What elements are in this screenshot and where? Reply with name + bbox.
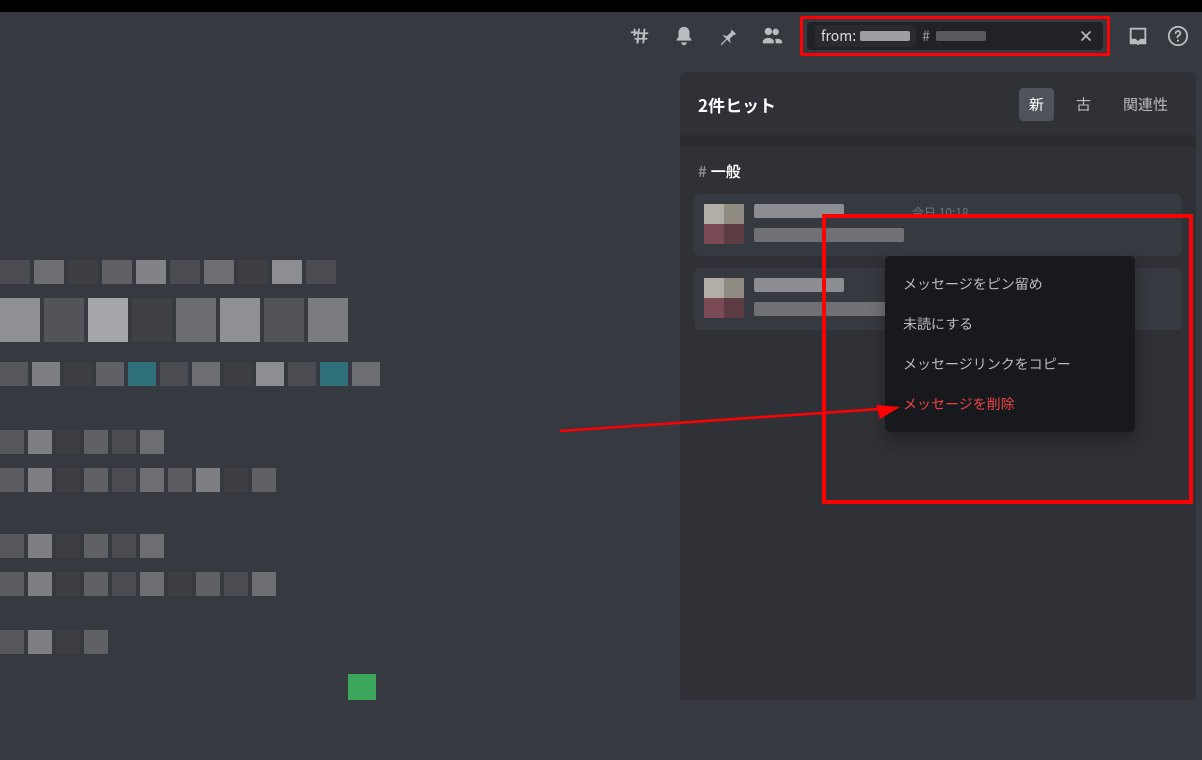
redacted-author [754, 204, 844, 218]
ctx-mark-unread-button[interactable]: 未読にする [893, 304, 1127, 344]
message-timestamp: 今日 10:18 [912, 204, 969, 221]
chat-area [0, 60, 680, 700]
members-icon[interactable] [760, 24, 784, 48]
toolbar-icons-left [628, 24, 784, 48]
sort-new-button[interactable]: 新 [1019, 88, 1054, 121]
channel-name: 一般 [711, 161, 741, 182]
avatar [704, 278, 744, 318]
divider [680, 135, 1196, 147]
bell-icon[interactable] [672, 24, 696, 48]
search-highlight-box: from: # [800, 16, 1110, 56]
context-menu: メッセージをピン留め 未読にする メッセージリンクをコピー メッセージを削除 [885, 256, 1135, 432]
new-indicator [348, 674, 376, 700]
results-count: 2件ヒット [698, 92, 1007, 117]
close-icon[interactable] [1077, 27, 1095, 45]
inbox-icon[interactable] [1126, 24, 1150, 48]
pin-icon[interactable] [716, 24, 740, 48]
search-input[interactable]: from: # [807, 22, 1103, 50]
threads-icon[interactable] [628, 24, 652, 48]
channel-heading[interactable]: #一般 [680, 147, 1196, 190]
search-result-item[interactable]: 今日 10:18 [694, 194, 1182, 256]
results-header: 2件ヒット 新 古 関連性 [680, 72, 1196, 135]
redacted-username [860, 31, 910, 41]
search-hash: # [922, 26, 930, 46]
ctx-delete-button[interactable]: メッセージを削除 [893, 384, 1127, 424]
avatar [704, 204, 744, 244]
search-filter-chip[interactable]: from: [815, 25, 916, 47]
sort-old-button[interactable]: 古 [1066, 88, 1101, 121]
sort-relevance-button[interactable]: 関連性 [1113, 88, 1178, 121]
redacted-tag [936, 31, 986, 41]
redacted-content [754, 228, 904, 242]
hash-icon: # [698, 161, 707, 182]
top-toolbar: from: # [0, 12, 1202, 60]
ctx-copy-link-button[interactable]: メッセージリンクをコピー [893, 344, 1127, 384]
window-titlebar [0, 0, 1202, 12]
redacted-content [754, 302, 904, 316]
search-prefix: from: [821, 26, 856, 46]
ctx-pin-button[interactable]: メッセージをピン留め [893, 264, 1127, 304]
redacted-author [754, 278, 844, 292]
help-icon[interactable] [1166, 24, 1190, 48]
